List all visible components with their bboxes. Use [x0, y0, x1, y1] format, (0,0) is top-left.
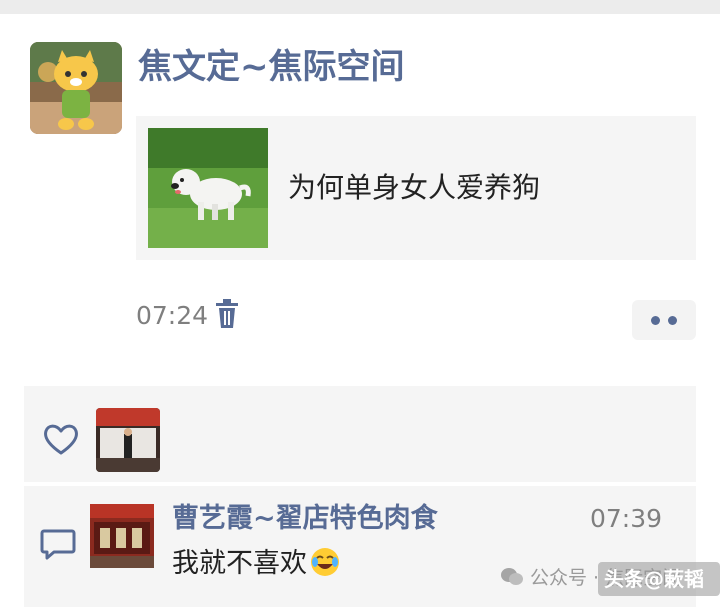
post-time: 07:24 — [136, 301, 209, 330]
laughing-tears-emoji-icon — [309, 546, 341, 578]
author-avatar[interactable] — [30, 42, 122, 134]
more-dots-icon — [651, 316, 660, 325]
commenter-avatar[interactable] — [90, 504, 154, 568]
likes-section — [24, 386, 696, 482]
heart-icon — [42, 422, 80, 456]
more-dots-icon — [668, 316, 677, 325]
commenter-name[interactable]: 曹艺霞~翟店特色肉食 — [172, 500, 438, 538]
link-title: 为何单身女人爱养狗 — [288, 171, 541, 204]
post-author-name[interactable]: 焦文定~焦际空间 — [138, 44, 405, 90]
comment-time: 07:39 — [590, 504, 663, 533]
dog-thumbnail — [148, 128, 268, 248]
comment-body: 我就不喜欢 — [172, 548, 307, 579]
watermark-handle: 头条@蔌韬 — [604, 567, 704, 591]
liker-avatar[interactable] — [96, 408, 160, 472]
comment-icon — [40, 528, 76, 560]
trash-icon[interactable] — [214, 298, 240, 330]
comment-text: 我就不喜欢 — [172, 544, 341, 584]
wechat-logo-icon — [500, 564, 524, 586]
more-dots-button[interactable] — [632, 300, 696, 340]
shared-link-card[interactable]: 为何单身女人爱养狗 — [136, 116, 696, 260]
top-bar — [0, 0, 720, 14]
